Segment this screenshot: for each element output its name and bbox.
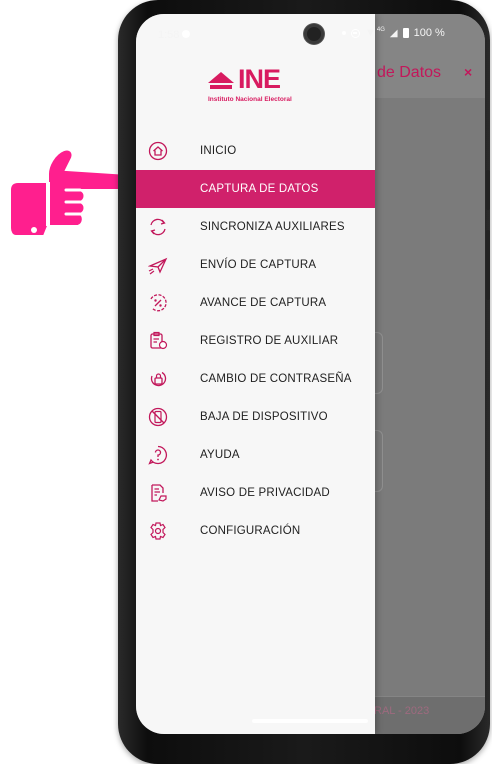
status-time: 1:58 [158,29,180,41]
footer-text: RAL - 2023 [374,705,430,717]
menu-item-label: INICIO [200,145,237,157]
phone-screen: de Datos × RAL - 2023 1:58 ▼ 4G ◢ 100 % … [136,14,485,734]
menu-item-configuracion[interactable]: CONFIGURACIÓN [136,512,375,550]
pointing-hand-icon [9,148,135,237]
logo-subtitle: Instituto Nacional Electoral [208,96,292,103]
clipboard-user-icon [150,331,168,350]
menu-item-inicio[interactable]: INICIO [136,132,375,170]
menu-item-baja-de-dispositivo[interactable]: BAJA DE DISPOSITIVO [136,398,375,436]
phone-off-icon [148,407,168,427]
menu-item-avance-de-captura[interactable]: AVANCE DE CAPTURA [136,284,375,322]
close-button[interactable]: × [464,64,472,80]
menu-item-captura-de-datos[interactable]: CAPTURA DE DATOS [136,170,375,208]
app-title: de Datos [377,64,442,81]
menu-item-label: AVANCE DE CAPTURA [200,297,327,309]
navigation-drawer: INE Instituto Nacional Electoral INICIO … [136,14,375,734]
menu-item-label: AYUDA [200,449,240,461]
menu-item-label: REGISTRO DE AUXILIAR [200,335,339,347]
menu-item-ayuda[interactable]: AYUDA [136,436,375,474]
menu-item-label: CAMBIO DE CONTRASEÑA [200,373,352,385]
home-icon [148,141,168,161]
notification-dot-icon [342,31,346,35]
help-icon [148,445,168,465]
menu-item-label: CAPTURA DE DATOS [200,183,319,195]
menu-item-cambio-de-contrasena[interactable]: CAMBIO DE CONTRASEÑA [136,360,375,398]
menu-item-aviso-de-privacidad[interactable]: AVISO DE PRIVACIDAD [136,474,375,512]
menu-item-label: SINCRONIZA AUXILIARES [200,221,345,233]
menu-item-label: BAJA DE DISPOSITIVO [200,411,328,423]
menu-item-label: ENVÍO DE CAPTURA [200,259,317,271]
send-icon [148,257,168,275]
menu-item-sincroniza-auxiliares[interactable]: SINCRONIZA AUXILIARES [136,208,375,246]
dnd-icon [351,28,360,38]
battery-level: 100 % [413,27,445,39]
home-gesture-bar[interactable] [252,719,368,723]
network-type: 4G [376,27,385,33]
menu-item-label: AVISO DE PRIVACIDAD [200,487,330,499]
sync-icon [150,218,166,236]
percent-icon [150,294,167,312]
front-camera [304,24,324,44]
settings-icon [150,522,166,540]
gps-icon [182,30,190,38]
signal-icon: ◢ [389,27,398,39]
logo-text: INE [238,64,281,94]
wifi-icon: ▼ [365,27,376,39]
menu-item-registro-de-auxiliar[interactable]: REGISTRO DE AUXILIAR [136,322,375,360]
menu-item-label: CONFIGURACIÓN [200,525,301,537]
battery-icon [402,28,409,38]
lock-refresh-icon [150,371,167,387]
ine-logo-mark-icon [208,72,234,89]
document-hand-icon [151,484,167,502]
status-bar: 1:58 ▼ 4G ◢ 100 % [136,14,485,54]
menu-item-envio-de-captura[interactable]: ENVÍO DE CAPTURA [136,246,375,284]
ine-logo: INE Instituto Nacional Electoral [208,64,318,108]
